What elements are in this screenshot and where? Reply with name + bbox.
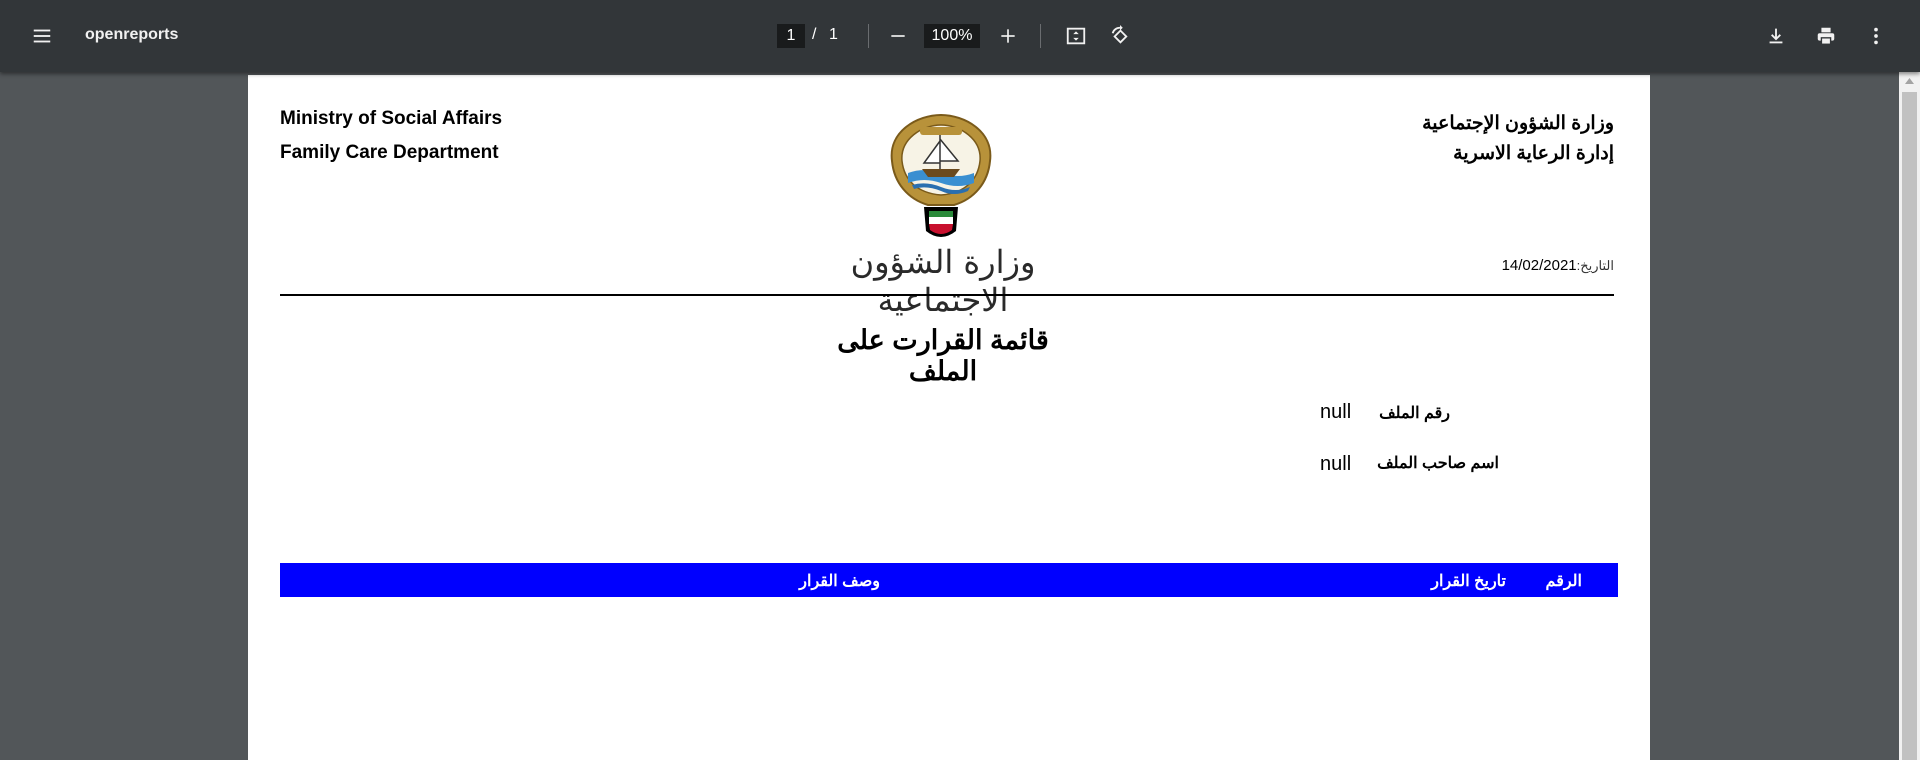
- page-total: 1: [829, 26, 838, 43]
- plus-icon: [1001, 29, 1015, 43]
- file-owner-value: null: [1320, 453, 1352, 475]
- report-date: التاريخ:14/02/2021: [1502, 257, 1614, 274]
- zoom-input[interactable]: 100%: [924, 24, 980, 48]
- pdf-toolbar: openreports 1 / 1 100%: [0, 0, 1920, 72]
- department-name-en: Family Care Department: [280, 142, 499, 163]
- page-separator: /: [812, 26, 817, 43]
- file-number-value: null: [1320, 401, 1352, 423]
- department-name-ar: إدارة الرعاية الاسرية: [1453, 143, 1614, 164]
- scroll-up-button[interactable]: [1899, 72, 1920, 89]
- date-label: التاريخ:: [1576, 258, 1614, 273]
- header-divider: [280, 294, 1614, 296]
- toolbar-divider: [868, 24, 869, 48]
- ministry-name-en: Ministry of Social Affairs: [280, 108, 503, 129]
- menu-icon: [33, 29, 51, 43]
- page-number-input[interactable]: 1: [777, 24, 805, 48]
- download-button[interactable]: [1758, 18, 1794, 54]
- more-vert-icon: [1874, 27, 1878, 45]
- file-number-label: رقم الملف: [1379, 405, 1450, 422]
- print-button[interactable]: [1808, 18, 1844, 54]
- document-title: openreports: [85, 26, 179, 43]
- vertical-scrollbar[interactable]: [1899, 72, 1920, 760]
- more-options-button[interactable]: [1858, 18, 1894, 54]
- column-number: الرقم: [1545, 573, 1582, 590]
- file-owner-label: اسم صاحب الملف: [1377, 455, 1499, 472]
- zoom-in-button[interactable]: [990, 18, 1026, 54]
- column-decision-date: تاريخ القرار: [1431, 573, 1506, 590]
- ministry-name-ar: وزارة الشؤون الإجتماعية: [1422, 113, 1614, 134]
- fit-page-icon: [1066, 27, 1086, 45]
- minus-icon: [891, 35, 905, 37]
- decisions-table-header: الرقم تاريخ القرار وصف القرار: [280, 563, 1618, 597]
- arrow-up-icon: [1905, 77, 1914, 84]
- rotate-button[interactable]: [1102, 18, 1138, 54]
- column-decision-description: وصف القرار: [799, 573, 880, 590]
- document-page: Ministry of Social Affairs Family Care D…: [248, 75, 1650, 760]
- download-icon: [1769, 28, 1783, 44]
- fit-page-button[interactable]: [1058, 18, 1094, 54]
- print-icon: [1817, 27, 1835, 45]
- rotate-icon: [1111, 25, 1128, 44]
- ministry-name-script: وزارة الشؤون الاجتماعية: [850, 243, 1036, 319]
- kuwait-emblem-logo: [890, 113, 992, 237]
- date-value: 14/02/2021: [1501, 257, 1577, 274]
- zoom-out-button[interactable]: [880, 18, 916, 54]
- menu-button[interactable]: [24, 18, 60, 54]
- toolbar-divider: [1040, 24, 1041, 48]
- report-title: قائمة القرارت على الملف: [837, 325, 1049, 386]
- scrollbar-thumb[interactable]: [1902, 92, 1917, 760]
